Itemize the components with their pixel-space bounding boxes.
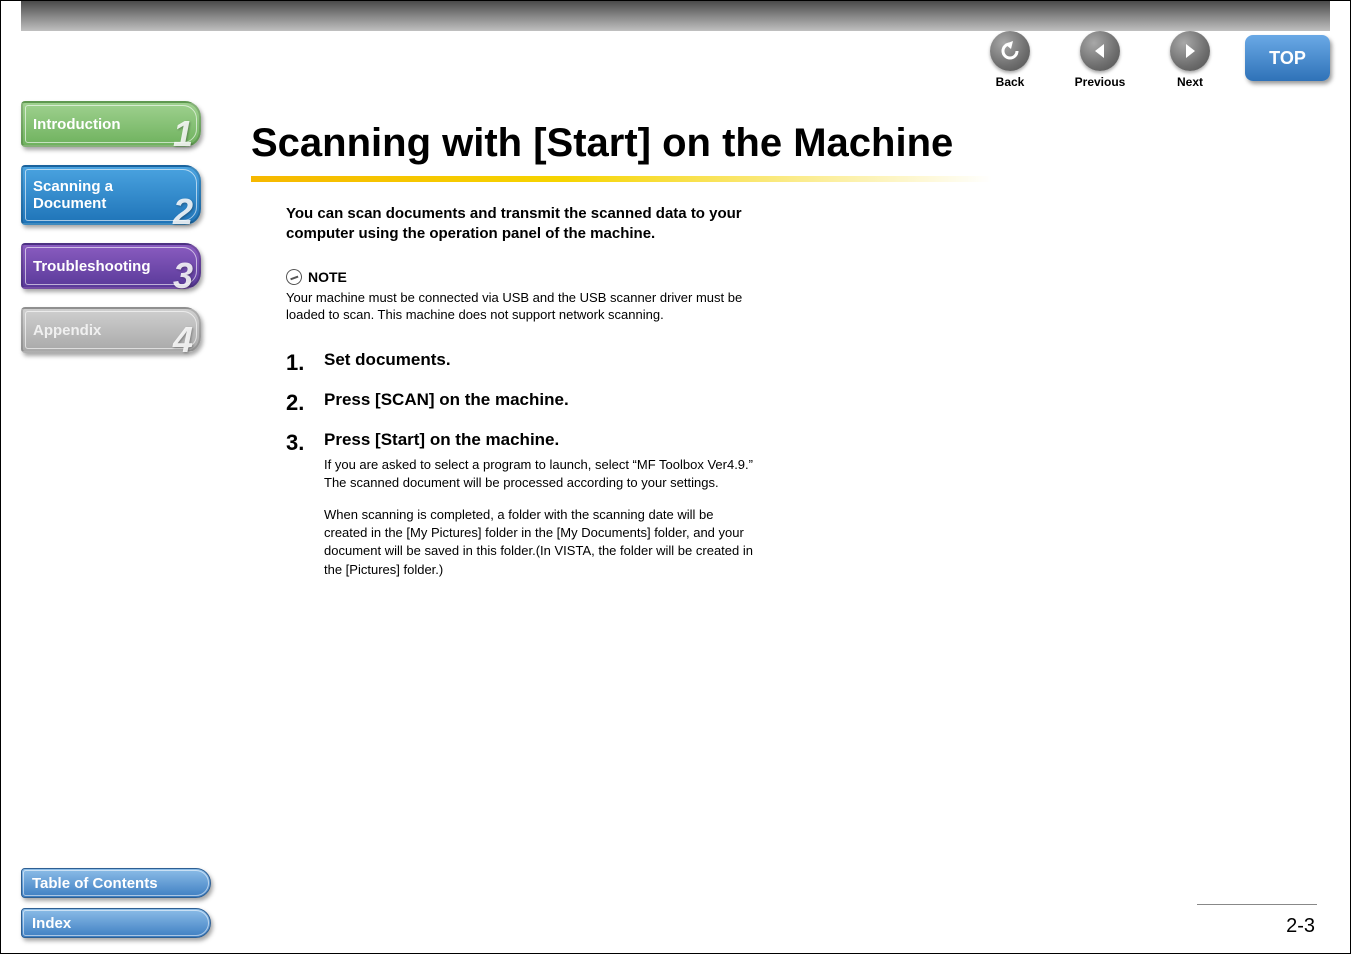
- step-title: Set documents.: [324, 350, 756, 370]
- tab-number: 3: [173, 255, 193, 297]
- tab-scanning-document[interactable]: Scanning a Document 2: [21, 165, 201, 225]
- step-number: 1.: [286, 350, 310, 376]
- step-number: 3.: [286, 430, 310, 579]
- tab-label: Troubleshooting: [33, 258, 151, 275]
- back-icon: [990, 31, 1030, 71]
- page-title: Scanning with [Start] on the Machine: [251, 121, 1290, 166]
- step-paragraph: If you are asked to select a program to …: [324, 456, 756, 492]
- back-button[interactable]: Back: [975, 31, 1045, 89]
- page-number: 2-3: [1286, 915, 1315, 938]
- bottom-pills: Table of Contents Index: [21, 858, 221, 938]
- step-paragraph: When scanning is completed, a folder wit…: [324, 506, 756, 579]
- previous-button[interactable]: Previous: [1065, 31, 1135, 89]
- tab-label: Appendix: [33, 322, 101, 339]
- sidebar: Introduction 1 Scanning a Document 2 Tro…: [21, 101, 216, 371]
- step-3: 3. Press [Start] on the machine. If you …: [286, 430, 756, 579]
- steps-list: 1. Set documents. 2. Press [SCAN] on the…: [286, 350, 756, 579]
- step-1: 1. Set documents.: [286, 350, 756, 376]
- main-content: Scanning with [Start] on the Machine You…: [251, 121, 1290, 593]
- note-icon: [284, 266, 305, 287]
- previous-label: Previous: [1075, 75, 1126, 89]
- step-title: Press [Start] on the machine.: [324, 430, 756, 450]
- tab-appendix[interactable]: Appendix 4: [21, 307, 201, 353]
- next-label: Next: [1177, 75, 1203, 89]
- page-number-line: [1197, 904, 1317, 905]
- note-block: NOTE Your machine must be connected via …: [286, 269, 746, 324]
- tab-number: 1: [173, 113, 193, 155]
- step-2: 2. Press [SCAN] on the machine.: [286, 390, 756, 416]
- note-label: NOTE: [308, 269, 347, 285]
- top-label: TOP: [1269, 48, 1306, 69]
- index-button[interactable]: Index: [21, 908, 211, 938]
- title-underline: [251, 176, 1031, 182]
- tab-troubleshooting[interactable]: Troubleshooting 3: [21, 243, 201, 289]
- note-body: Your machine must be connected via USB a…: [286, 289, 746, 324]
- previous-icon: [1080, 31, 1120, 71]
- note-heading: NOTE: [286, 269, 746, 285]
- step-title: Press [SCAN] on the machine.: [324, 390, 756, 410]
- tab-label: Introduction: [33, 116, 120, 133]
- back-label: Back: [996, 75, 1025, 89]
- top-button[interactable]: TOP: [1245, 35, 1330, 81]
- header-controls: Back Previous Next TOP: [975, 31, 1330, 91]
- intro-text: You can scan documents and transmit the …: [286, 204, 756, 245]
- toc-label: Table of Contents: [32, 875, 158, 892]
- index-label: Index: [32, 915, 71, 932]
- tab-introduction[interactable]: Introduction 1: [21, 101, 201, 147]
- top-gradient-bar: [21, 1, 1330, 31]
- next-button[interactable]: Next: [1155, 31, 1225, 89]
- next-icon: [1170, 31, 1210, 71]
- table-of-contents-button[interactable]: Table of Contents: [21, 868, 211, 898]
- step-number: 2.: [286, 390, 310, 416]
- page-frame: Back Previous Next TOP Introduction 1 Sc…: [0, 0, 1351, 954]
- tab-label: Scanning a Document: [33, 178, 171, 212]
- tab-number: 4: [173, 319, 193, 361]
- tab-number: 2: [173, 191, 193, 233]
